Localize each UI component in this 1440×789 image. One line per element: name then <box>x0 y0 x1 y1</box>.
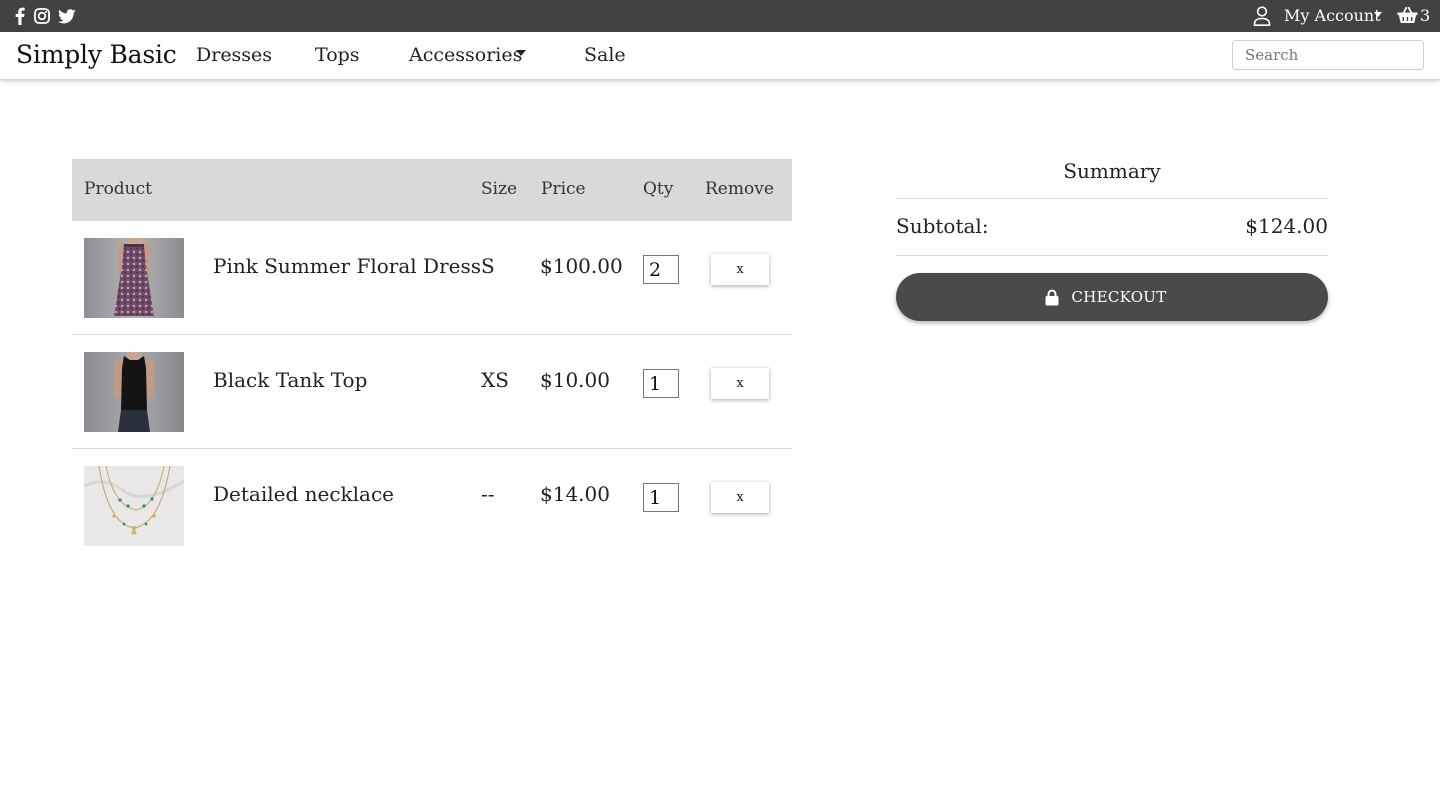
product-name[interactable]: Black Tank Top <box>213 368 367 392</box>
chevron-down-icon[interactable] <box>1374 12 1382 17</box>
quantity-input[interactable] <box>643 369 679 398</box>
table-header: Product Size Price Qty Remove <box>72 159 792 221</box>
column-header-product: Product <box>84 179 152 199</box>
product-name[interactable]: Pink Summer Floral Dress <box>213 254 481 278</box>
nav-link-accessories[interactable]: Accessories <box>409 44 522 66</box>
subtotal-row: Subtotal: $124.00 <box>896 199 1328 256</box>
main-navbar: Simply Basic Dresses Tops Accessories Sa… <box>0 32 1440 79</box>
cart-table: Product Size Price Qty Remove Pink Summe… <box>72 159 792 563</box>
product-size: S <box>481 254 495 278</box>
remove-item-button[interactable]: x <box>711 254 769 285</box>
lock-icon <box>1045 289 1059 306</box>
product-image-necklace[interactable] <box>84 466 184 546</box>
summary-title: Summary <box>896 156 1328 199</box>
column-header-size: Size <box>481 179 518 199</box>
subtotal-value: $124.00 <box>1245 214 1328 238</box>
search-input[interactable] <box>1232 40 1424 70</box>
order-summary: Summary Subtotal: $124.00 CHECKOUT <box>896 156 1328 321</box>
product-price: $100.00 <box>540 254 623 278</box>
my-account-dropdown[interactable]: My Account <box>1284 6 1381 26</box>
nav-link-tops[interactable]: Tops <box>315 44 360 66</box>
facebook-icon[interactable] <box>14 7 26 25</box>
nav-link-dresses[interactable]: Dresses <box>196 44 272 66</box>
column-header-qty: Qty <box>643 179 674 199</box>
nav-link-sale[interactable]: Sale <box>584 44 626 66</box>
brand-logo[interactable]: Simply Basic <box>16 41 177 69</box>
table-row: Black Tank Top XS $10.00 x <box>72 335 792 449</box>
checkout-button[interactable]: CHECKOUT <box>896 273 1328 321</box>
column-header-remove: Remove <box>705 179 774 199</box>
chevron-down-icon[interactable] <box>516 50 526 56</box>
user-icon[interactable] <box>1253 6 1271 26</box>
column-header-price: Price <box>541 179 586 199</box>
product-price: $10.00 <box>540 368 610 392</box>
remove-item-button[interactable]: x <box>711 482 769 513</box>
product-size: -- <box>481 482 495 506</box>
instagram-icon[interactable] <box>34 7 50 25</box>
table-row: Detailed necklace -- $14.00 x <box>72 449 792 563</box>
cart-count-badge[interactable]: 3 <box>1420 6 1430 26</box>
quantity-input[interactable] <box>643 483 679 512</box>
twitter-icon[interactable] <box>58 7 76 25</box>
product-price: $14.00 <box>540 482 610 506</box>
subtotal-label: Subtotal: <box>896 214 989 238</box>
product-image-tank-top[interactable] <box>84 352 184 432</box>
product-name[interactable]: Detailed necklace <box>213 482 394 506</box>
basket-icon[interactable] <box>1397 6 1418 26</box>
remove-item-button[interactable]: x <box>711 368 769 399</box>
product-image-dress[interactable] <box>84 238 184 318</box>
product-size: XS <box>481 368 509 392</box>
quantity-input[interactable] <box>643 255 679 284</box>
checkout-label: CHECKOUT <box>1071 288 1167 306</box>
table-row: Pink Summer Floral Dress S $100.00 x <box>72 221 792 335</box>
top-bar: My Account 3 <box>0 0 1440 32</box>
